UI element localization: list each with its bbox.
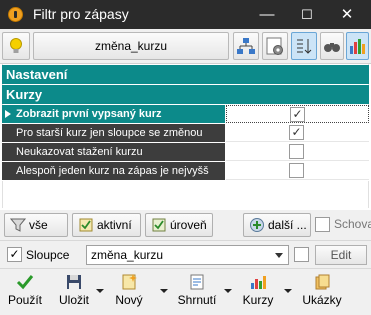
grid-row-label: Neukazovat stažení kurzu: [2, 143, 225, 161]
sort-list-icon: [297, 39, 312, 54]
summary-icon: [190, 274, 204, 290]
odds-button[interactable]: Kurzy: [240, 273, 276, 307]
window-title: Filtr pro zápasy: [33, 6, 129, 22]
hint-button[interactable]: [2, 32, 30, 60]
columns-checkbox[interactable]: ✓: [7, 247, 22, 262]
summary-button[interactable]: Shrnutí: [176, 273, 218, 307]
columns-select[interactable]: změna_kurzu: [86, 245, 289, 265]
network-icon: [237, 38, 255, 54]
grid-row[interactable]: Zobrazit první vypsaný kurz ✓: [2, 105, 369, 124]
columns-label: Sloupce: [26, 248, 70, 262]
examples-icon: [315, 274, 330, 290]
close-button[interactable]: ✕: [327, 0, 367, 29]
grid-row-label: Alespoň jeden kurz na zápas je nejvyšš: [2, 162, 225, 180]
check-icon: [16, 275, 34, 290]
odds-dropdown-icon[interactable]: [284, 289, 292, 293]
grid-row-value[interactable]: ✓: [226, 105, 369, 123]
binoculars-icon: [324, 43, 340, 52]
minimize-button[interactable]: —: [247, 0, 287, 29]
grid-row-label: Pro starší kurz jen sloupce se změnou: [2, 124, 225, 142]
save-dropdown-icon[interactable]: [96, 289, 104, 293]
toolbar: změna_kurzu: [0, 29, 371, 64]
examples-button[interactable]: Ukázky: [300, 273, 344, 307]
all-button[interactable]: vše: [4, 213, 68, 237]
tree-button[interactable]: [233, 32, 259, 60]
row-pointer-icon: [5, 110, 11, 118]
bar-chart-icon: [350, 39, 365, 54]
hide-checkbox[interactable]: [315, 217, 330, 232]
settings-button[interactable]: [262, 32, 288, 60]
grid-row[interactable]: Alespoň jeden kurz na zápas je nejvyšš: [2, 162, 369, 181]
summary-dropdown-icon[interactable]: [224, 289, 232, 293]
sort-button[interactable]: [291, 32, 317, 60]
hide-label: Schova: [334, 217, 371, 231]
find-button[interactable]: [320, 32, 344, 60]
odds-grid: Zobrazit první vypsaný kurz ✓ Pro starší…: [2, 105, 369, 181]
app-icon: [8, 7, 23, 22]
checklist-icon: [79, 218, 93, 232]
grid-row-value[interactable]: [226, 143, 369, 161]
more-button[interactable]: další ...: [243, 213, 311, 237]
add-filter-icon: [250, 218, 264, 232]
grid-row-value[interactable]: [226, 162, 369, 180]
odds-chart-icon: [251, 276, 266, 289]
chevron-down-icon: [275, 253, 283, 258]
filter-bar: vše aktivní úroveň další ... Schova: [0, 210, 371, 240]
active-button[interactable]: aktivní: [72, 213, 141, 237]
new-document-icon: [122, 274, 137, 290]
grid-row-value[interactable]: ✓: [226, 124, 369, 142]
checkbox[interactable]: ✓: [290, 107, 305, 122]
level-button[interactable]: úroveň: [145, 213, 213, 237]
bottom-toolbar: Použít Uložit Nový Shrnutí Kurzy Ukázky: [0, 268, 371, 315]
edit-button[interactable]: Edit: [315, 245, 367, 265]
grid-row[interactable]: Pro starší kurz jen sloupce se změnou ✓: [2, 124, 369, 143]
save-button[interactable]: Uložit: [54, 273, 94, 307]
checkbox[interactable]: [289, 163, 304, 178]
title-bar: Filtr pro zápasy — ☐ ✕: [0, 0, 371, 29]
new-button[interactable]: Nový: [114, 273, 144, 307]
grid-row[interactable]: Neukazovat stažení kurzu: [2, 143, 369, 162]
new-dropdown-icon[interactable]: [160, 289, 168, 293]
filter-icon: [10, 218, 26, 232]
maximize-button[interactable]: ☐: [287, 0, 327, 29]
checkbox[interactable]: [289, 144, 304, 159]
section-odds[interactable]: Kurzy: [2, 85, 369, 104]
filter-combo-button[interactable]: změna_kurzu: [33, 32, 229, 60]
section-settings[interactable]: Nastavení: [2, 65, 369, 84]
floppy-disk-icon: [67, 275, 81, 289]
use-button[interactable]: Použít: [6, 273, 44, 307]
columns-extra-checkbox[interactable]: [294, 247, 309, 262]
lightbulb-icon: [10, 38, 22, 53]
level-icon: [152, 218, 166, 232]
chart-button[interactable]: [346, 32, 369, 60]
checkbox[interactable]: ✓: [289, 125, 304, 140]
gear-page-icon: [266, 37, 283, 55]
columns-bar: ✓ Sloupce změna_kurzu Edit: [0, 240, 371, 268]
grid-row-label: Zobrazit první vypsaný kurz: [2, 105, 225, 123]
